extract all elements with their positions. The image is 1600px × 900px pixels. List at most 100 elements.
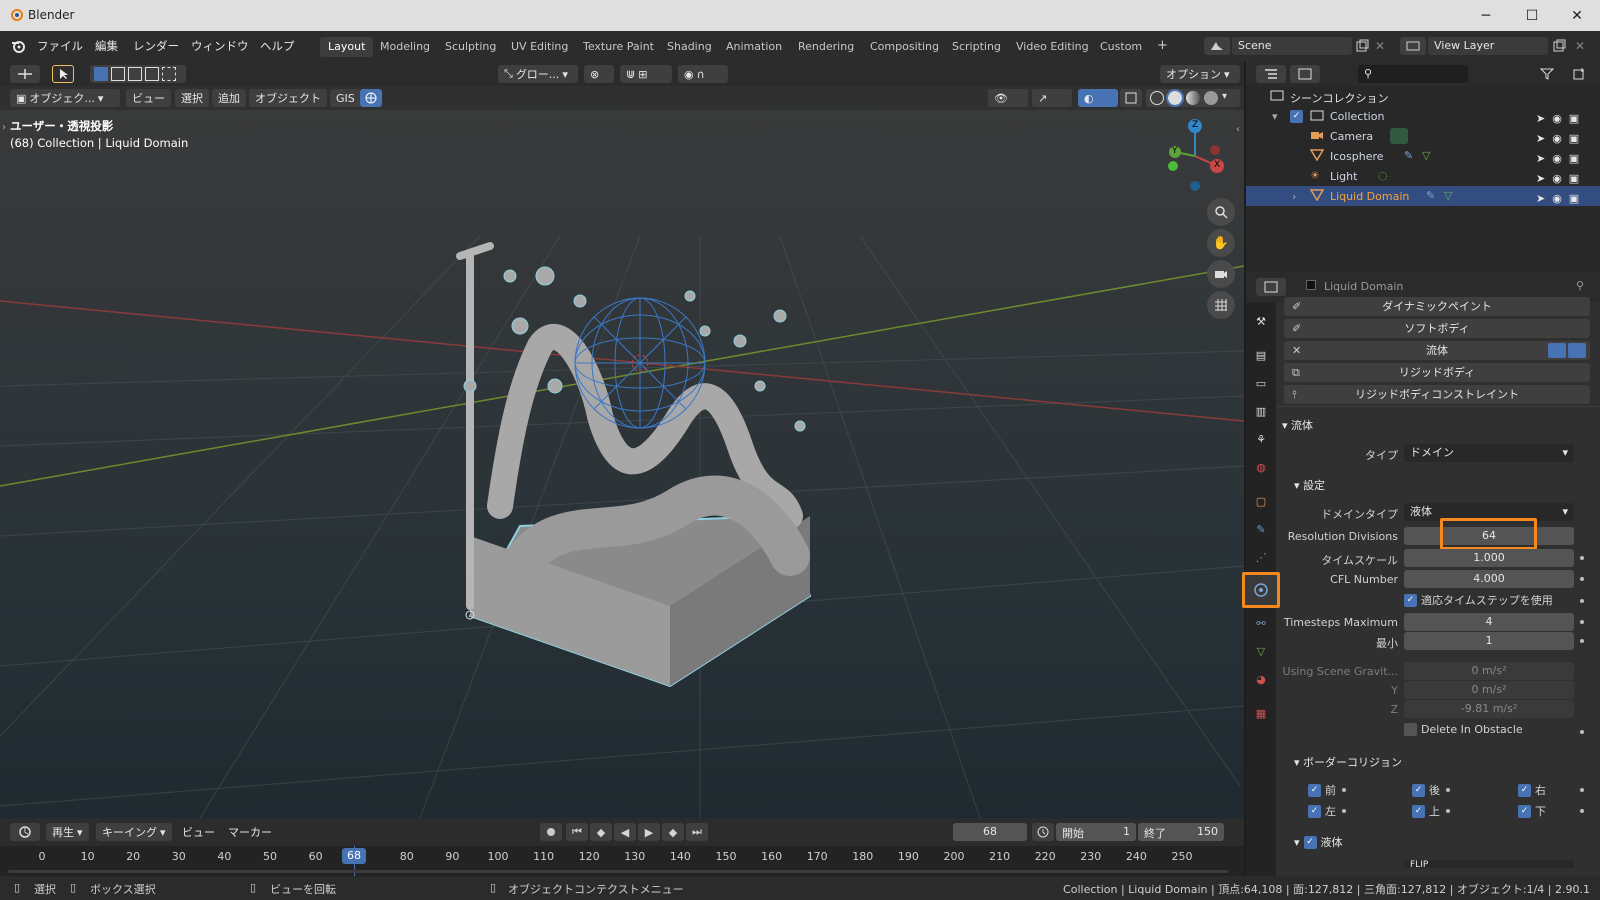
expand-arrow-icon[interactable]: ›: [1292, 190, 1296, 203]
dynamic-paint-button[interactable]: ✐ ダイナミックペイント: [1284, 297, 1590, 316]
tab-texture-paint[interactable]: Texture Paint: [575, 37, 662, 57]
fluid-panel-header[interactable]: ▾ 流体: [1282, 417, 1313, 433]
display-mode-icon[interactable]: [1290, 65, 1320, 83]
texture-tab-icon[interactable]: ▦: [1250, 702, 1272, 724]
sidebar-toggle-icon[interactable]: ‹: [1236, 124, 1240, 135]
transform-orientation-dropdown[interactable]: ⤡ グロー... ▾: [498, 65, 578, 83]
render-tab-icon[interactable]: ▤: [1250, 344, 1272, 366]
pivot-point-dropdown[interactable]: ⊗: [584, 65, 614, 83]
visibility-dropdown[interactable]: 👁: [988, 89, 1028, 107]
border-collisions-header[interactable]: ▾ ボーダーコリジョン: [1294, 754, 1402, 770]
tab-video-editing[interactable]: Video Editing: [1008, 37, 1097, 57]
new-collection-icon[interactable]: [1568, 65, 1590, 83]
properties-editor-type-icon[interactable]: [1256, 278, 1286, 296]
resolution-divisions-field[interactable]: 64: [1404, 527, 1574, 545]
material-tab-icon[interactable]: ◕: [1250, 668, 1272, 690]
settings-subpanel-header[interactable]: ▾ 設定: [1294, 477, 1325, 493]
fluid-button[interactable]: ✕ 流体: [1284, 341, 1590, 360]
gis-globe-icon[interactable]: [360, 89, 382, 107]
light-data-icon[interactable]: ◌: [1378, 169, 1388, 182]
output-tab-icon[interactable]: ▭: [1250, 372, 1272, 394]
blender-menu-icon[interactable]: [10, 38, 28, 54]
object-tab-icon[interactable]: ▢: [1250, 490, 1272, 512]
tab-shading[interactable]: Shading: [659, 37, 720, 57]
type-dropdown[interactable]: ドメイン ▾: [1404, 444, 1574, 462]
timesteps-min-field[interactable]: 1: [1404, 632, 1574, 650]
tab-animation[interactable]: Animation: [718, 37, 790, 57]
show-render-icon[interactable]: [1568, 343, 1586, 358]
timesteps-max-field[interactable]: 4: [1404, 613, 1574, 631]
border-bottom-checkbox[interactable]: ✓ 下: [1518, 803, 1546, 819]
border-top-checkbox[interactable]: ✓ 上: [1412, 803, 1440, 819]
close-button[interactable]: ✕: [1554, 0, 1600, 31]
constraints-tab-icon[interactable]: ⚯: [1250, 612, 1272, 634]
options-dropdown[interactable]: オプション ▾: [1160, 65, 1240, 83]
restrict-toggle-row[interactable]: ➤ ◉ ▣: [1536, 109, 1596, 129]
outliner-search-input[interactable]: ⚲: [1358, 65, 1468, 83]
show-viewport-icon[interactable]: [1548, 343, 1566, 358]
camera-data-icon[interactable]: [1390, 128, 1408, 144]
rendered-shading-icon[interactable]: [1204, 91, 1218, 105]
border-front-checkbox[interactable]: ✓ 前: [1308, 782, 1336, 798]
tab-sculpting[interactable]: Sculpting: [437, 37, 504, 57]
select-tool-icon[interactable]: [52, 65, 74, 83]
world-tab-icon[interactable]: ◍: [1250, 456, 1272, 478]
timescale-field[interactable]: 1.000: [1404, 549, 1574, 567]
snap-dropdown[interactable]: ⋓ ⊞: [620, 65, 672, 83]
object-mode-dropdown[interactable]: ▣ オブジェク... ▾: [10, 89, 120, 107]
particles-tab-icon[interactable]: ⋰: [1250, 546, 1272, 568]
menu-add[interactable]: 追加: [212, 89, 246, 107]
rigid-body-constraint-button[interactable]: ⫯ リジッドボディコンストレイント: [1284, 385, 1590, 404]
select-invert-icon[interactable]: [145, 67, 159, 81]
timeline-scrollbar[interactable]: [8, 870, 1228, 873]
new-view-layer-icon[interactable]: [1552, 39, 1566, 53]
menu-object[interactable]: オブジェクト: [249, 89, 327, 107]
shading-mode-group[interactable]: ▾: [1146, 89, 1240, 107]
collection-checkbox[interactable]: ✓: [1290, 110, 1303, 123]
tab-rendering[interactable]: Rendering: [790, 37, 862, 57]
delete-scene-icon[interactable]: ✕: [1375, 39, 1385, 53]
toolbar-toggle-icon[interactable]: ›: [2, 122, 6, 133]
delete-in-obstacle-checkbox[interactable]: Delete In Obstacle: [1404, 723, 1523, 736]
menu-window[interactable]: ウィンドウ: [191, 38, 249, 54]
menu-render[interactable]: レンダー: [133, 38, 179, 54]
solid-shading-icon[interactable]: [1166, 89, 1184, 107]
modifier-tab-icon[interactable]: ✎: [1250, 518, 1272, 540]
navigation-gizmo[interactable]: Z X Y: [1155, 116, 1235, 196]
soft-body-button[interactable]: ✐ ソフトボディ: [1284, 319, 1590, 338]
camera-view-icon[interactable]: [1207, 260, 1235, 288]
tab-compositing[interactable]: Compositing: [862, 37, 947, 57]
editor-type-icon[interactable]: [10, 65, 40, 83]
tab-scripting[interactable]: Scripting: [944, 37, 1009, 57]
zoom-icon[interactable]: [1207, 198, 1235, 226]
tab-layout[interactable]: Layout: [320, 37, 374, 57]
liquid-subpanel-header[interactable]: ▾ ✓ 液体: [1294, 834, 1343, 850]
mesh-data-icon[interactable]: ▽: [1444, 189, 1452, 202]
mesh-data-icon[interactable]: ▽: [1422, 149, 1430, 162]
selection-mode-group[interactable]: [90, 65, 186, 83]
wireframe-shading-icon[interactable]: [1150, 91, 1164, 105]
cfl-number-field[interactable]: 4.000: [1404, 570, 1574, 588]
menu-view[interactable]: ビュー: [126, 89, 171, 107]
border-back-checkbox[interactable]: ✓ 後: [1412, 782, 1440, 798]
select-subtract-icon[interactable]: [128, 67, 142, 81]
select-new-icon[interactable]: [94, 67, 108, 81]
view-layer-icon[interactable]: [1400, 37, 1426, 55]
border-right-checkbox[interactable]: ✓ 右: [1518, 782, 1546, 798]
remove-fluid-icon[interactable]: ✕: [1292, 341, 1301, 360]
new-scene-icon[interactable]: [1355, 39, 1369, 53]
overlays-toggle[interactable]: ◐: [1078, 89, 1118, 107]
tool-tab-icon[interactable]: ⚒: [1250, 310, 1272, 332]
restrict-toggle-row[interactable]: ➤ ◉ ▣: [1536, 129, 1596, 149]
chevron-down-icon[interactable]: ▾: [1222, 91, 1232, 105]
restrict-toggle-row[interactable]: ➤ ◉ ▣: [1536, 189, 1596, 209]
modifier-wrench-icon[interactable]: ✎: [1404, 149, 1413, 162]
tab-uv-editing[interactable]: UV Editing: [503, 37, 576, 57]
xray-toggle-icon[interactable]: [1120, 89, 1142, 107]
menu-file[interactable]: ファイル: [37, 38, 83, 54]
gizmo-toggle[interactable]: ↗: [1032, 89, 1072, 107]
rigid-body-button[interactable]: ⧉ リジッドボディ: [1284, 363, 1590, 382]
tab-modeling[interactable]: Modeling: [372, 37, 438, 57]
physics-tab-icon[interactable]: [1242, 572, 1280, 608]
proportional-edit-dropdown[interactable]: ◉ ∩: [678, 65, 728, 83]
